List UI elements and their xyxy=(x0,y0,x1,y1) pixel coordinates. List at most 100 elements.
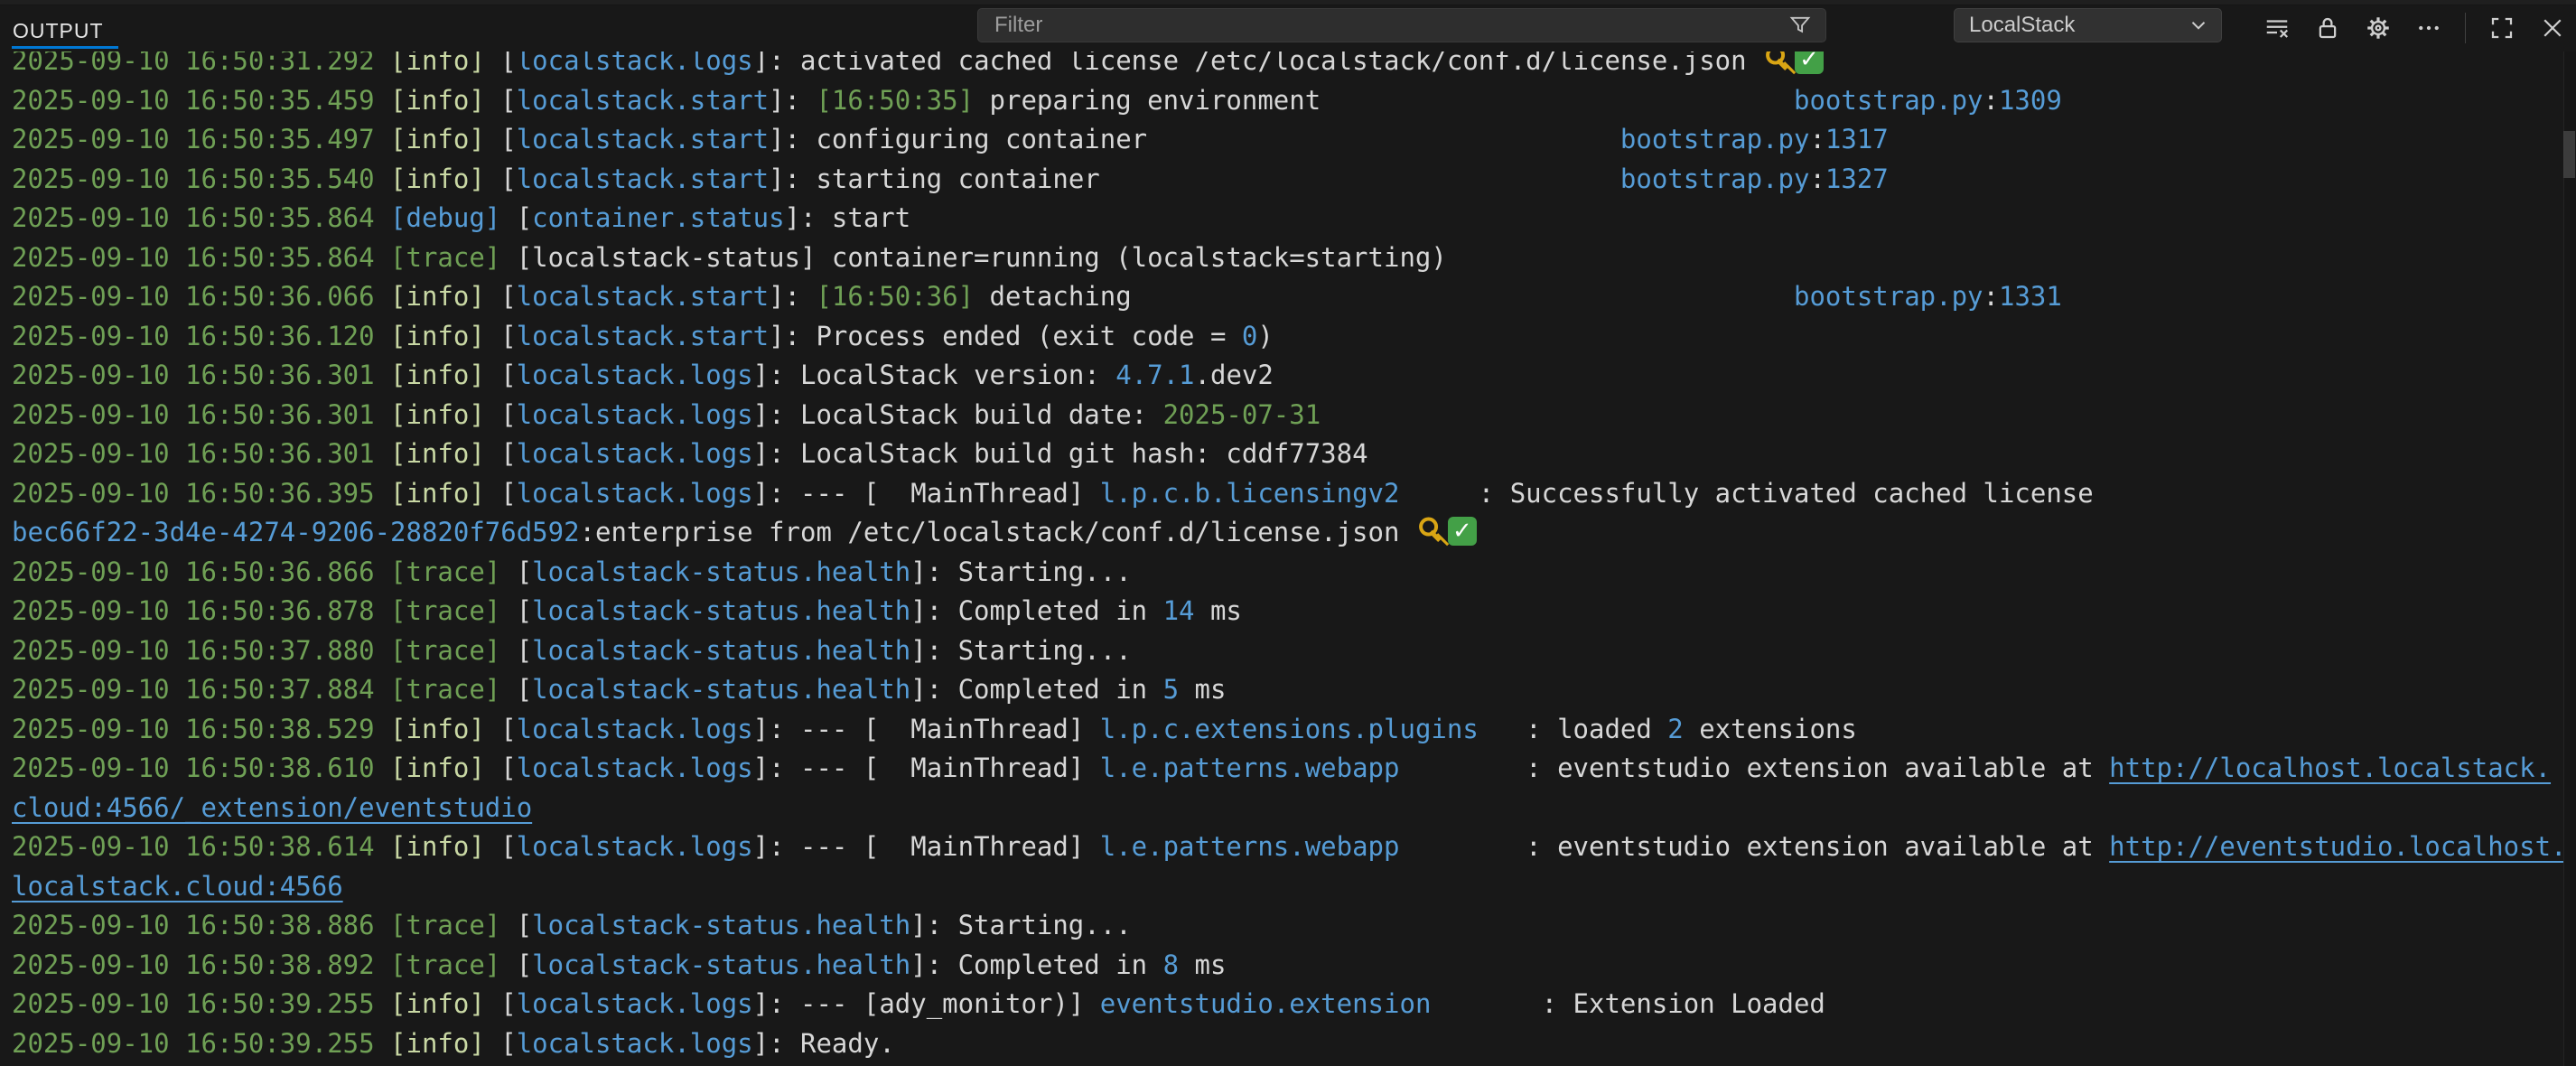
log-text: [ xyxy=(500,202,532,233)
log-text: l.e.patterns.webapp xyxy=(1100,831,1400,862)
log-text: [ xyxy=(485,714,517,744)
log-text: ]: xyxy=(769,281,816,312)
log-text: ms xyxy=(1179,949,1226,980)
maximize-panel-icon[interactable] xyxy=(2487,14,2516,42)
log-text: configuring container xyxy=(816,124,1147,154)
log-text: Ready. xyxy=(800,1028,895,1059)
log-text: Completed in xyxy=(958,949,1163,980)
log-text: 2025-09-10 16:50:38.529 xyxy=(12,714,390,744)
source-link[interactable]: 1317 xyxy=(1825,124,1889,154)
log-line: localstack.cloud:4566 xyxy=(0,867,2576,907)
log: 2025-09-10 16:50:31.292 [info] [localsta… xyxy=(0,51,2576,1066)
log-text: ]: xyxy=(910,595,957,626)
scrollbar-thumb[interactable] xyxy=(2563,131,2575,178)
log-text: localstack-status.health xyxy=(532,556,910,587)
output-channel-select[interactable]: LocalStack xyxy=(1954,8,2222,42)
source-link[interactable]: bootstrap.py xyxy=(1620,124,1810,154)
log-text: :enterprise from /etc/localstack/conf.d/… xyxy=(580,517,1415,547)
log-text: 2025-09-10 16:50:38.614 xyxy=(12,831,390,862)
filter-funnel-icon[interactable] xyxy=(1787,13,1813,38)
log-text: ]: xyxy=(910,910,957,940)
clear-output-icon[interactable] xyxy=(2263,14,2291,42)
log-text: ]: xyxy=(769,85,816,116)
log-text: [info] xyxy=(390,831,485,862)
log-line: 2025-09-10 16:50:37.880 [trace] [localst… xyxy=(0,631,2576,671)
source-link[interactable]: 1327 xyxy=(1825,164,1889,194)
tab-output[interactable]: OUTPUT xyxy=(13,12,104,51)
log-line: 2025-09-10 16:50:35.497 [info] [localsta… xyxy=(0,120,2576,160)
source-link[interactable]: bootstrap.py xyxy=(1794,85,1983,116)
log-text: --- [ MainThread] xyxy=(800,478,1100,509)
source-link[interactable]: 1331 xyxy=(1999,281,2062,312)
log-text: ]: xyxy=(753,478,800,509)
check-icon xyxy=(1448,517,1477,546)
log-text: localstack.logs xyxy=(517,753,753,783)
log-text: extensions xyxy=(1684,714,1857,744)
log-text: ) xyxy=(1257,321,1273,351)
log-text: [ xyxy=(485,51,517,76)
log-text: 2025-09-10 16:50:36.395 xyxy=(12,478,390,509)
log-text: [info] xyxy=(390,399,485,430)
log-text: ]: xyxy=(785,202,832,233)
log-text: : eventstudio extension available at xyxy=(1399,753,2109,783)
log-text: [ xyxy=(485,360,517,390)
more-actions-icon[interactable] xyxy=(2414,14,2443,42)
log-text: : xyxy=(1983,281,1999,312)
log-text: [info] xyxy=(390,51,485,76)
log-text: localstack-status.health xyxy=(532,910,910,940)
log-text: --- [ MainThread] xyxy=(800,714,1100,744)
log-text: [ xyxy=(485,831,517,862)
log-line: 2025-09-10 16:50:39.255 [info] [localsta… xyxy=(0,1024,2576,1064)
log-link[interactable]: http://localhost.localstack. xyxy=(2109,753,2551,783)
log-text: eventstudio.extension xyxy=(1100,988,1432,1019)
settings-gear-icon[interactable] xyxy=(2364,14,2393,42)
log-text: ]: xyxy=(753,399,800,430)
log-link[interactable]: cloud:4566/_extension/eventstudio xyxy=(12,792,532,823)
filter-input[interactable] xyxy=(978,13,1787,38)
log-text: localstack-status.health xyxy=(532,949,910,980)
log-text: 2025-09-10 16:50:39.255 xyxy=(12,988,390,1019)
log-text: : Extension Loaded xyxy=(1431,988,1825,1019)
source-link[interactable]: bootstrap.py xyxy=(1794,281,1983,312)
log-text: [info] xyxy=(390,753,485,783)
source-link[interactable]: bootstrap.py xyxy=(1620,164,1810,194)
log-text: starting container xyxy=(816,164,1099,194)
log-line: 2025-09-10 16:50:36.866 [trace] [localst… xyxy=(0,553,2576,593)
panel-action-icons xyxy=(2263,5,2567,51)
log-text: 2025-09-10 16:50:36.066 xyxy=(12,281,390,312)
log-text: [ xyxy=(485,988,517,1019)
log-text: ]: xyxy=(769,164,816,194)
log-text: Starting... xyxy=(958,910,1132,940)
log-text: l.e.patterns.webapp xyxy=(1100,753,1400,783)
log-text: localstack-status.health xyxy=(532,674,910,705)
chevron-down-icon xyxy=(2187,14,2210,37)
log-line: 2025-09-10 16:50:36.301 [info] [localsta… xyxy=(0,435,2576,474)
log-text: 2025-09-10 16:50:36.878 xyxy=(12,595,390,626)
log-text: localstack.start xyxy=(517,281,769,312)
log-text: activated cached license /etc/localstack… xyxy=(800,51,1762,76)
log-text: --- [ MainThread] xyxy=(800,753,1100,783)
log-text: localstack.logs xyxy=(517,51,753,76)
log-link[interactable]: http://eventstudio.localhost. xyxy=(2109,831,2566,862)
key-icon xyxy=(1409,510,1450,551)
log-text xyxy=(1147,124,1620,154)
log-line: 2025-09-10 16:50:35.864 [debug] [contain… xyxy=(0,199,2576,238)
log-text: localstack.start xyxy=(517,164,769,194)
log-text: [ xyxy=(485,1028,517,1059)
log-text: [ xyxy=(500,910,532,940)
check-icon xyxy=(1795,51,1824,74)
log-text: : loaded xyxy=(1479,714,1668,744)
log-text: 2025-09-10 16:50:36.301 xyxy=(12,399,390,430)
scroll-lock-icon[interactable] xyxy=(2313,14,2342,42)
log-link[interactable]: localstack.cloud:4566 xyxy=(12,871,343,902)
close-panel-icon[interactable] xyxy=(2538,14,2567,42)
log-text: ]: xyxy=(753,360,800,390)
log-text: [ xyxy=(485,438,517,469)
scrollbar-track[interactable] xyxy=(2563,51,2576,1066)
log-text: [info] xyxy=(390,1028,485,1059)
log-text: ]: xyxy=(910,949,957,980)
log-text: localstack.start xyxy=(517,124,769,154)
active-tab-underline xyxy=(12,46,118,49)
source-link[interactable]: 1309 xyxy=(1999,85,2062,116)
log-text: 2025-09-10 16:50:38.886 xyxy=(12,910,390,940)
